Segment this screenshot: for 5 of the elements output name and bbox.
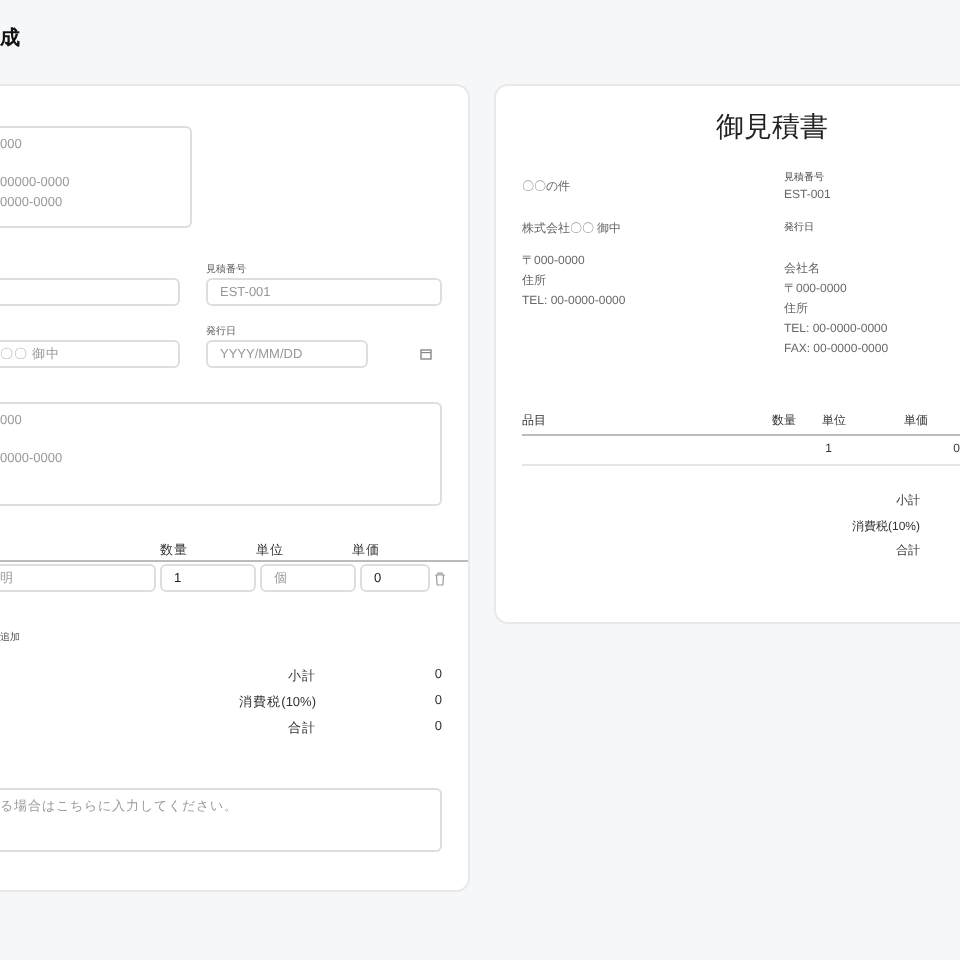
trash-icon[interactable] <box>434 571 446 585</box>
document-title: 御見積書 <box>716 108 828 146</box>
subject-field[interactable] <box>0 278 180 306</box>
page-title: 成 <box>0 25 22 54</box>
calendar-icon[interactable] <box>420 348 432 360</box>
